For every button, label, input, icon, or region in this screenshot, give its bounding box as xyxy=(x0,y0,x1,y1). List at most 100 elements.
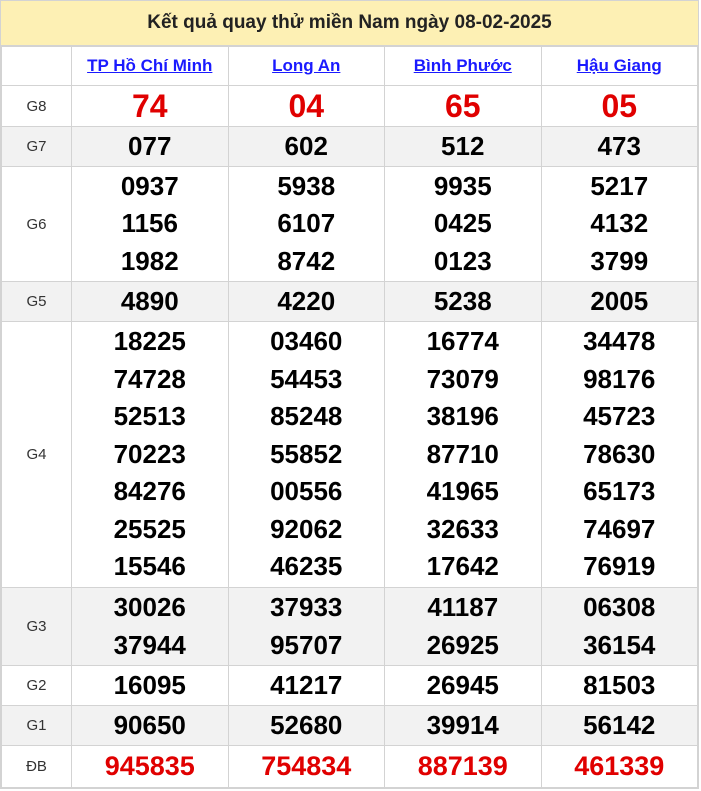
prize-number: 2005 xyxy=(590,285,649,316)
prize-number: 85248 xyxy=(270,401,343,432)
prize-row-g1: G1 90650 52680 39914 56142 xyxy=(1,705,698,746)
prize-cell: 5217 4132 3799 xyxy=(540,166,698,282)
prize-cell: 34478 98176 45723 78630 65173 74697 76919 xyxy=(540,321,698,588)
prize-cell: 9935 0425 0123 xyxy=(384,166,542,282)
prize-cell: 887139 xyxy=(384,745,542,788)
prize-number: 46235 xyxy=(270,551,343,582)
prize-cell: 05 xyxy=(540,85,698,127)
prize-label: G8 xyxy=(1,85,72,127)
prize-cell: 37933 95707 xyxy=(227,587,385,666)
prize-cell: 03460 54453 85248 55852 00556 92062 46235 xyxy=(227,321,385,588)
prize-number: 6107 xyxy=(277,208,336,239)
prize-number: 87710 xyxy=(426,438,499,469)
prize-number: 30026 xyxy=(113,592,186,622)
prize-number: 36154 xyxy=(583,629,656,660)
prize-row-g8: G8 74 04 65 05 xyxy=(1,85,698,127)
prize-label: G3 xyxy=(1,587,72,666)
prize-number: 5238 xyxy=(433,285,492,316)
prize-number: 4890 xyxy=(120,285,179,316)
prize-number: 5217 xyxy=(590,170,649,201)
prize-number: 32633 xyxy=(426,513,499,544)
prize-number: 52513 xyxy=(113,401,186,432)
province-link-long-an[interactable]: Long An xyxy=(272,56,340,75)
prize-number: 76919 xyxy=(583,551,656,582)
prize-row-g5: G5 4890 4220 5238 2005 xyxy=(1,281,698,322)
prize-label: G4 xyxy=(1,321,72,588)
prize-cell: 602 xyxy=(227,126,385,167)
prize-cell: 81503 xyxy=(540,665,698,706)
prize-number: 5938 xyxy=(277,170,336,201)
prize-cell: 65 xyxy=(384,85,542,127)
prize-number: 74697 xyxy=(583,513,656,544)
prize-row-đb: ĐB 945835 754834 887139 461339 xyxy=(1,745,698,788)
prize-number: 65 xyxy=(444,88,481,124)
prize-number: 81503 xyxy=(583,669,656,700)
prize-number: 26945 xyxy=(426,669,499,700)
prize-number: 473 xyxy=(597,130,641,161)
prize-number: 25525 xyxy=(113,513,186,544)
prize-cell: 06308 36154 xyxy=(540,587,698,666)
prize-cell: 41187 26925 xyxy=(384,587,542,666)
prize-row-g4: G4 18225 74728 52513 70223 84276 25525 15546 034… xyxy=(1,321,698,588)
prize-row-g7: G7 077 602 512 473 xyxy=(1,126,698,167)
prize-cell: 945835 xyxy=(71,745,229,788)
prize-number: 16095 xyxy=(113,669,186,700)
prize-number: 45723 xyxy=(583,401,656,432)
prize-number: 38196 xyxy=(426,401,499,432)
prize-number: 34478 xyxy=(583,326,656,357)
prize-number: 06308 xyxy=(583,592,656,622)
prize-label: ĐB xyxy=(1,745,72,788)
prize-cell: 473 xyxy=(540,126,698,167)
prize-cell: 4220 xyxy=(227,281,385,322)
prize-cell: 30026 37944 xyxy=(71,587,229,666)
province-header: Bình Phước xyxy=(384,46,542,86)
prize-number: 95707 xyxy=(270,629,343,660)
prize-cell: 5938 6107 8742 xyxy=(227,166,385,282)
prize-number: 04 xyxy=(288,88,325,124)
prize-number: 03460 xyxy=(270,326,343,357)
prize-number: 37933 xyxy=(270,592,343,622)
prize-number: 4132 xyxy=(590,208,649,239)
prize-number: 18225 xyxy=(113,326,186,357)
prize-cell: 18225 74728 52513 70223 84276 25525 15546 xyxy=(71,321,229,588)
prize-number: 37944 xyxy=(113,629,186,660)
prize-number: 00556 xyxy=(270,476,343,507)
prize-cell: 4890 xyxy=(71,281,229,322)
prize-number: 15546 xyxy=(113,551,186,582)
prize-number: 52680 xyxy=(270,709,343,740)
prize-number: 73079 xyxy=(426,363,499,394)
prize-number: 945835 xyxy=(104,750,195,781)
prize-number: 17642 xyxy=(426,551,499,582)
prize-label: G5 xyxy=(1,281,72,322)
prize-number: 56142 xyxy=(583,709,656,740)
province-link-tp-ho-chi-minh[interactable]: TP Hồ Chí Minh xyxy=(87,56,212,75)
province-link-hau-giang[interactable]: Hậu Giang xyxy=(577,56,662,75)
prize-cell: 461339 xyxy=(540,745,698,788)
prize-number: 461339 xyxy=(574,750,665,781)
prize-number: 26925 xyxy=(426,629,499,660)
prize-cell: 56142 xyxy=(540,705,698,746)
prize-number: 55852 xyxy=(270,438,343,469)
page-title: Kết quả quay thử miền Nam ngày 08-02-202… xyxy=(1,1,698,46)
province-header: Long An xyxy=(227,46,385,86)
prize-cell: 16095 xyxy=(71,665,229,706)
prize-label: G2 xyxy=(1,665,72,706)
prize-number: 1982 xyxy=(120,245,179,276)
header-corner xyxy=(1,46,72,86)
prize-cell: 04 xyxy=(227,85,385,127)
prize-cell: 39914 xyxy=(384,705,542,746)
prize-number: 41217 xyxy=(270,669,343,700)
results-table: TP Hồ Chí Minh Long An Bình Phước Hậu Gi… xyxy=(1,46,698,788)
prize-cell: 26945 xyxy=(384,665,542,706)
prize-number: 05 xyxy=(601,88,638,124)
prize-number: 16774 xyxy=(426,326,499,357)
prize-number: 077 xyxy=(128,130,172,161)
results-table-container: Kết quả quay thử miền Nam ngày 08-02-202… xyxy=(0,0,699,789)
prize-cell: 74 xyxy=(71,85,229,127)
province-link-binh-phuoc[interactable]: Bình Phước xyxy=(414,56,512,75)
prize-number: 3799 xyxy=(590,245,649,276)
prize-cell: 2005 xyxy=(540,281,698,322)
prize-cell: 5238 xyxy=(384,281,542,322)
prize-row-g2: G2 16095 41217 26945 81503 xyxy=(1,665,698,706)
prize-number: 41187 xyxy=(427,592,499,622)
